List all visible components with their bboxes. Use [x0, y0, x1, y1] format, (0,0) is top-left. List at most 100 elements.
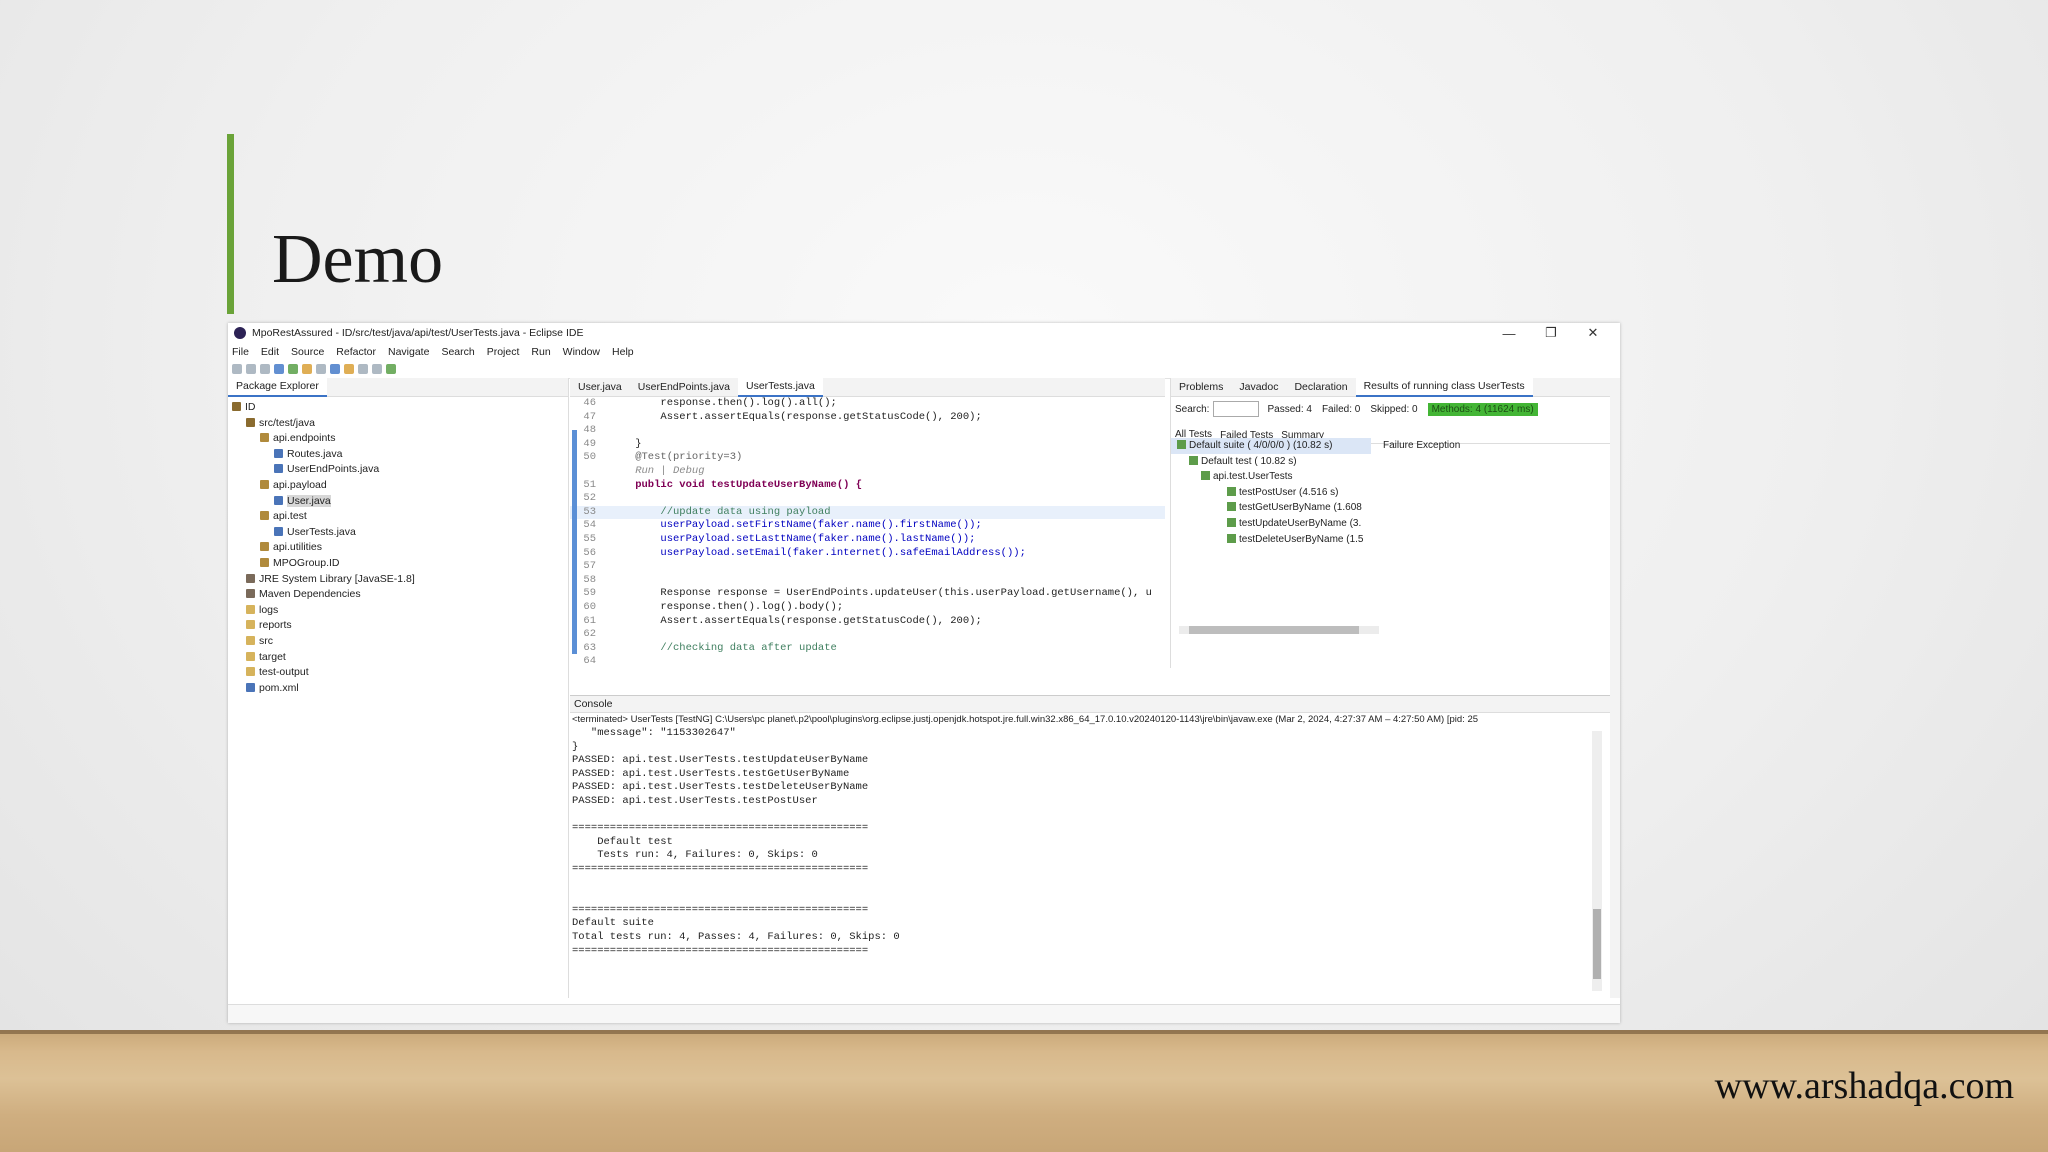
next-annotation-icon[interactable]	[358, 364, 368, 374]
code-line[interactable]: 60 response.then().log().body();	[570, 601, 1165, 615]
save-icon[interactable]	[246, 364, 256, 374]
menu-search[interactable]: Search	[441, 346, 474, 358]
pass-icon	[1177, 440, 1186, 449]
console-line: "message": "1153302647"	[572, 727, 736, 739]
tree-node-package[interactable]: api.endpoints	[228, 431, 568, 447]
tab-problems[interactable]: Problems	[1171, 378, 1231, 396]
code-text: Run | Debug	[610, 464, 705, 477]
code-line[interactable]: 62	[570, 628, 1165, 642]
menu-window[interactable]: Window	[563, 346, 600, 358]
menu-file[interactable]: File	[232, 346, 249, 358]
open-type-icon[interactable]	[330, 364, 340, 374]
search-tool-icon[interactable]	[344, 364, 354, 374]
close-button[interactable]: ✕	[1572, 325, 1614, 341]
code-line[interactable]: 55 userPayload.setLasttName(faker.name()…	[570, 533, 1165, 547]
new-java-project-icon[interactable]	[316, 364, 326, 374]
code-line[interactable]: 50 @Test(priority=3)	[570, 451, 1165, 465]
code-line[interactable]: Run | Debug	[570, 465, 1165, 479]
minimize-button[interactable]: —	[1488, 326, 1530, 341]
code-line[interactable]: 58	[570, 574, 1165, 588]
console-output[interactable]: "message": "1153302647"} PASSED: api.test…	[570, 727, 1610, 958]
pass-icon	[1227, 502, 1236, 512]
external-tools-icon[interactable]	[302, 364, 312, 374]
tree-node-package[interactable]: api.test	[228, 509, 568, 525]
code-line[interactable]: 63 //checking data after update	[570, 642, 1165, 656]
tree-node-library[interactable]: JRE System Library [JavaSE-1.8]	[228, 572, 568, 588]
new-icon[interactable]	[232, 364, 242, 374]
coverage-icon[interactable]	[386, 364, 396, 374]
menu-project[interactable]: Project	[487, 346, 520, 358]
debug-icon[interactable]	[274, 364, 284, 374]
code-line[interactable]: 53 //update data using payload	[570, 505, 1165, 520]
code-line[interactable]: 49 }	[570, 438, 1165, 452]
tree-node-file[interactable]: Routes.java	[228, 447, 568, 463]
tree-node-folder[interactable]: src	[228, 634, 568, 650]
results-node-method[interactable]: testUpdateUserByName (3.	[1171, 516, 1371, 532]
line-number: 46	[583, 397, 596, 409]
failed-count: Failed: 0	[1321, 403, 1361, 415]
menu-help[interactable]: Help	[612, 346, 634, 358]
tree-node-project[interactable]: ID	[228, 400, 568, 416]
menu-edit[interactable]: Edit	[261, 346, 279, 358]
tree-node-source-folder[interactable]: src/test/java	[228, 416, 568, 432]
tree-node-package[interactable]: api.payload	[228, 478, 568, 494]
eclipse-window: MpoRestAssured - ID/src/test/java/api/te…	[228, 323, 1620, 1023]
results-node-method[interactable]: testGetUserByName (1.608	[1171, 500, 1371, 516]
tree-node-package[interactable]: api.utilities	[228, 540, 568, 556]
run-icon[interactable]	[288, 364, 298, 374]
code-area[interactable]: 46 response.then().log().all(); 47 Assert…	[570, 397, 1165, 669]
tab-package-explorer[interactable]: Package Explorer	[228, 377, 327, 397]
scroll-thumb[interactable]	[1189, 626, 1359, 634]
tree-node-folder[interactable]: logs	[228, 603, 568, 619]
tab-testng-results[interactable]: Results of running class UserTests	[1355, 377, 1533, 397]
tree-node-file-selected[interactable]: User.java	[228, 494, 568, 510]
results-node-class[interactable]: api.test.UserTests	[1171, 469, 1371, 485]
tab-console[interactable]: Console	[574, 698, 613, 710]
scroll-thumb[interactable]	[1593, 909, 1601, 979]
code-line[interactable]: 52	[570, 492, 1165, 506]
tab-user-java[interactable]: User.java	[570, 378, 630, 396]
console-vertical-scrollbar[interactable]	[1592, 731, 1602, 991]
code-line[interactable]: 61 Assert.assertEquals(response.getStatu…	[570, 615, 1165, 629]
tab-declaration[interactable]: Declaration	[1286, 378, 1355, 396]
search-input[interactable]	[1213, 401, 1260, 417]
results-node-suite[interactable]: Default suite ( 4/0/0/0 ) (10.82 s)	[1171, 438, 1371, 454]
tab-usertests-java[interactable]: UserTests.java	[738, 377, 823, 397]
tree-node-package[interactable]: MPOGroup.ID	[228, 556, 568, 572]
console-process-info: <terminated> UserTests [TestNG] C:\Users…	[572, 714, 1479, 725]
maximize-button[interactable]: ❐	[1530, 325, 1572, 341]
console-line: Default suite	[572, 917, 654, 930]
tree-node-file[interactable]: UserTests.java	[228, 525, 568, 541]
tree-node-file[interactable]: pom.xml	[228, 681, 568, 697]
menu-source[interactable]: Source	[291, 346, 324, 358]
results-horizontal-scrollbar[interactable]	[1179, 626, 1379, 634]
tree-node-library[interactable]: Maven Dependencies	[228, 587, 568, 603]
results-node-method[interactable]: testPostUser (4.516 s)	[1171, 485, 1371, 501]
code-line[interactable]: 56 userPayload.setEmail(faker.internet()…	[570, 547, 1165, 561]
code-line[interactable]: 46 response.then().log().all();	[570, 397, 1165, 411]
tree-node-folder[interactable]: test-output	[228, 665, 568, 681]
menu-navigate[interactable]: Navigate	[388, 346, 429, 358]
code-line[interactable]: 47 Assert.assertEquals(response.getStatu…	[570, 411, 1165, 425]
tree-node-file[interactable]: UserEndPoints.java	[228, 462, 568, 478]
results-node-method[interactable]: testDeleteUserByName (1.5	[1171, 532, 1371, 548]
menu-run[interactable]: Run	[531, 346, 550, 358]
code-line[interactable]: 57	[570, 560, 1165, 574]
code-line[interactable]: 59 Response response = UserEndPoints.upd…	[570, 587, 1165, 601]
tab-javadoc[interactable]: Javadoc	[1231, 378, 1286, 396]
menu-refactor[interactable]: Refactor	[336, 346, 376, 358]
code-line[interactable]: 48	[570, 424, 1165, 438]
results-node-test[interactable]: Default test ( 10.82 s)	[1171, 454, 1371, 470]
save-all-icon[interactable]	[260, 364, 270, 374]
previous-annotation-icon[interactable]	[372, 364, 382, 374]
pass-icon	[1227, 486, 1236, 496]
tree-node-folder[interactable]: reports	[228, 618, 568, 634]
code-line[interactable]: 64	[570, 655, 1165, 669]
code-line[interactable]: 51 public void testUpdateUserByName() {	[570, 479, 1165, 493]
tab-userendpoints-java[interactable]: UserEndPoints.java	[630, 378, 738, 396]
tree-node-folder[interactable]: target	[228, 650, 568, 666]
code-line[interactable]: 54 userPayload.setFirstName(faker.name()…	[570, 519, 1165, 533]
footer-website: www.arshadqa.com	[1714, 1065, 2014, 1107]
project-tree: ID src/test/java api.endpoints Routes.ja…	[228, 397, 568, 699]
console-line: PASSED: api.test.UserTests.testPostUser	[572, 794, 818, 807]
